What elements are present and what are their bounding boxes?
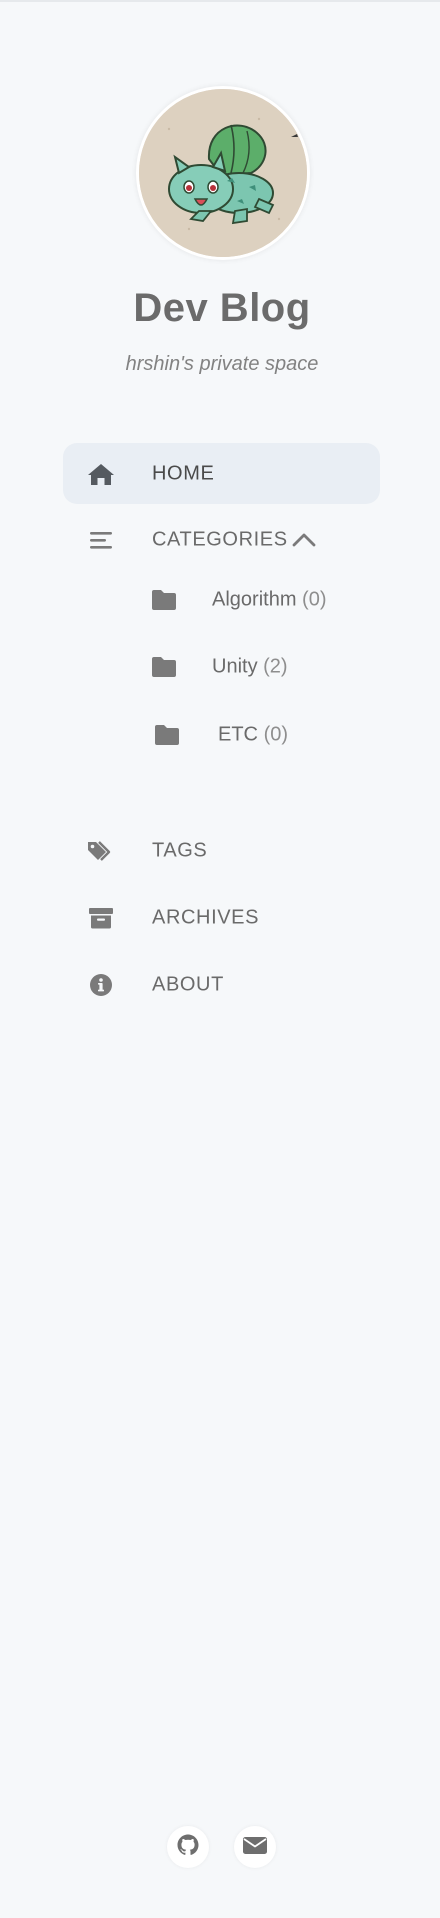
category-item-unity[interactable]: Unity (2) bbox=[151, 647, 351, 687]
folder-icon bbox=[151, 589, 177, 611]
github-link[interactable] bbox=[167, 1826, 209, 1868]
nav-item-tags[interactable]: TAGS bbox=[63, 820, 380, 881]
avatar[interactable] bbox=[136, 86, 310, 260]
category-count: (0) bbox=[263, 723, 289, 746]
nav-item-tags-label: TAGS bbox=[152, 839, 208, 861]
nav-item-categories[interactable]: CATEGORIES bbox=[63, 509, 380, 570]
nav-item-archives[interactable]: ARCHIVES bbox=[63, 887, 380, 948]
nav-item-categories-label: CATEGORIES bbox=[152, 528, 288, 550]
folder-icon bbox=[151, 656, 177, 678]
nav-item-about[interactable]: ABOUT bbox=[63, 954, 380, 1015]
site-title[interactable]: Dev Blog bbox=[0, 286, 440, 331]
info-circle-icon bbox=[87, 971, 115, 999]
category-count: (2) bbox=[263, 655, 288, 678]
site-subtitle: hrshin's private space bbox=[125, 353, 319, 375]
category-count: (0) bbox=[302, 588, 327, 611]
envelope-icon bbox=[242, 1835, 268, 1860]
bars-icon bbox=[87, 526, 115, 554]
category-name: Algorithm bbox=[212, 588, 297, 611]
github-icon bbox=[176, 1833, 200, 1862]
email-link[interactable] bbox=[234, 1826, 276, 1868]
chevron-up-icon[interactable] bbox=[291, 527, 317, 553]
category-item-etc[interactable]: ETC (0) bbox=[154, 715, 354, 755]
category-name: Unity bbox=[212, 655, 258, 678]
category-name: ETC bbox=[218, 723, 258, 746]
top-border bbox=[0, 0, 440, 2]
category-item-algorithm[interactable]: Algorithm (0) bbox=[151, 580, 351, 620]
home-icon bbox=[87, 460, 115, 488]
archive-icon bbox=[87, 904, 115, 932]
nav-item-home[interactable]: HOME bbox=[63, 443, 380, 504]
folder-icon bbox=[154, 724, 180, 746]
nav-item-home-label: HOME bbox=[152, 462, 215, 484]
tags-icon bbox=[87, 837, 115, 865]
nav-item-archives-label: ARCHIVES bbox=[152, 906, 260, 928]
avatar-image bbox=[139, 89, 307, 257]
nav-item-about-label: ABOUT bbox=[152, 973, 224, 995]
